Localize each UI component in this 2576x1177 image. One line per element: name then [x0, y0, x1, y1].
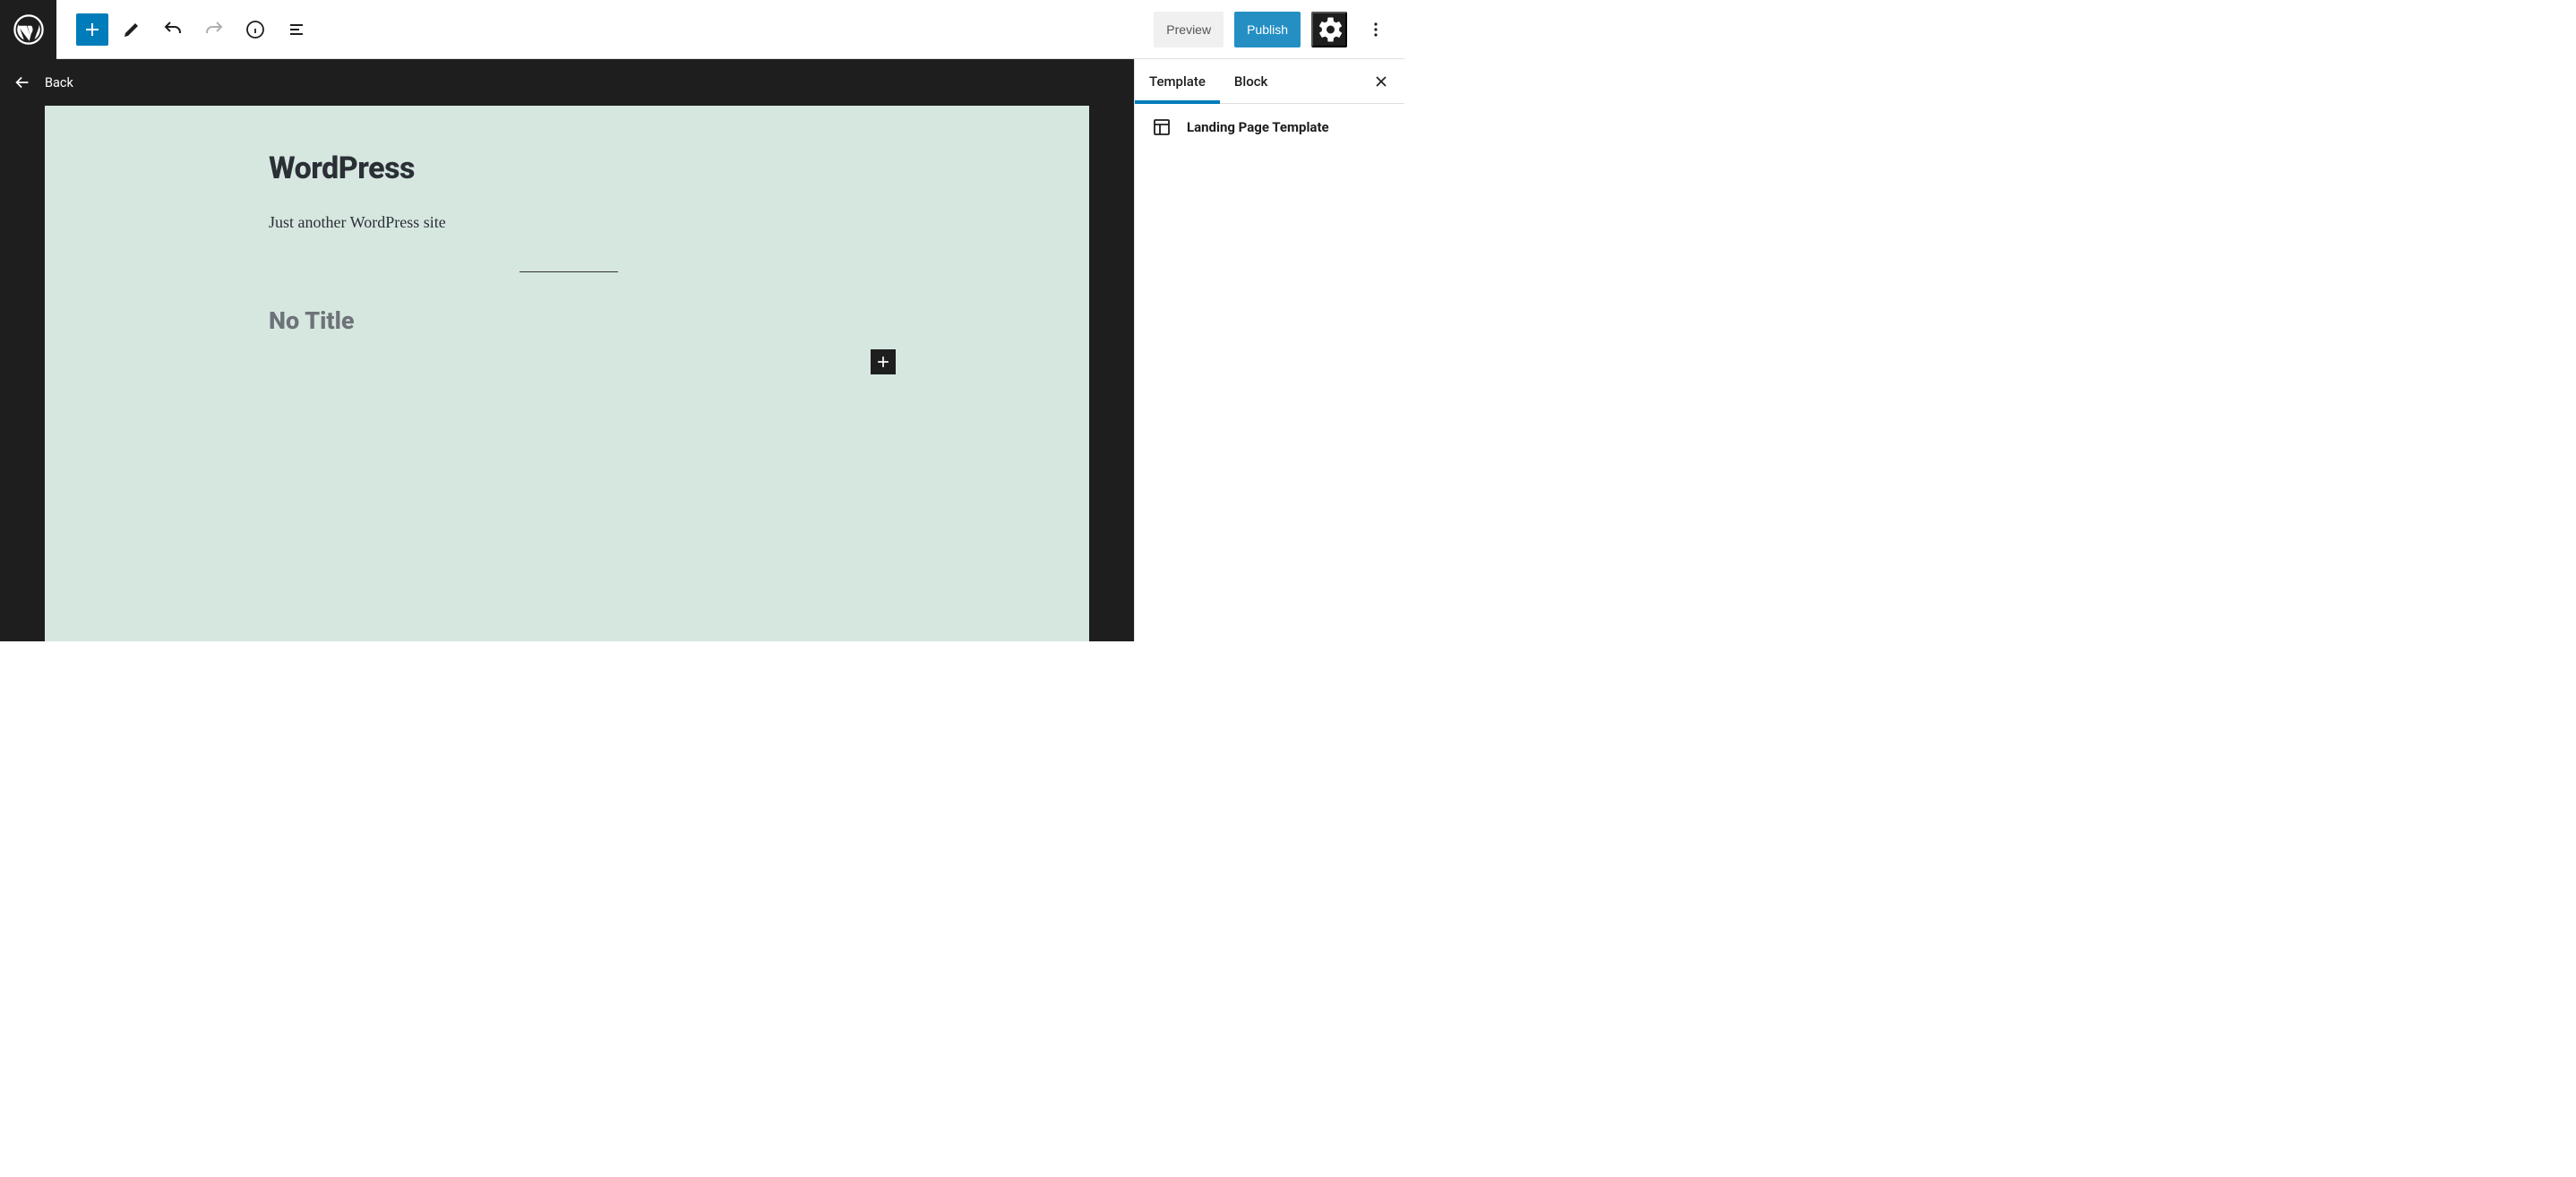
more-options-button[interactable] — [1358, 12, 1394, 47]
separator-block[interactable] — [269, 259, 869, 276]
template-panel-row[interactable]: Landing Page Template — [1135, 104, 1404, 150]
edit-tool-button[interactable] — [114, 12, 150, 47]
tab-template[interactable]: Template — [1149, 59, 1206, 103]
plus-icon — [82, 19, 103, 40]
settings-sidebar: Template Block Landing Page Template — [1134, 59, 1404, 641]
wordpress-logo[interactable] — [0, 0, 56, 59]
main-area: Back WordPress Just another WordPress si… — [0, 59, 1404, 641]
sidebar-tabs: Template Block — [1135, 59, 1404, 104]
list-view-button[interactable] — [279, 12, 314, 47]
template-name-label: Landing Page Template — [1187, 119, 1329, 135]
canvas-scroll: WordPress Just another WordPress site No… — [0, 106, 1134, 641]
canvas-content: WordPress Just another WordPress site No… — [269, 150, 869, 335]
layout-icon — [1151, 116, 1172, 138]
redo-button[interactable] — [196, 12, 232, 47]
settings-button[interactable] — [1311, 12, 1347, 47]
close-sidebar-button[interactable] — [1372, 73, 1390, 90]
wordpress-icon — [13, 14, 44, 45]
publish-button[interactable]: Publish — [1234, 12, 1301, 47]
canvas-add-block-button[interactable] — [871, 349, 896, 374]
top-toolbar: Preview Publish — [0, 0, 1404, 59]
post-title-placeholder[interactable]: No Title — [269, 306, 869, 335]
divider-line — [519, 271, 618, 272]
undo-icon — [162, 19, 184, 40]
pencil-icon — [121, 19, 142, 40]
undo-button[interactable] — [155, 12, 191, 47]
arrow-left-icon — [13, 73, 32, 92]
list-icon — [286, 19, 307, 40]
kebab-icon — [1365, 19, 1387, 40]
site-tagline[interactable]: Just another WordPress site — [269, 213, 869, 232]
toolbar-left — [56, 12, 314, 47]
editor-canvas[interactable]: WordPress Just another WordPress site No… — [45, 106, 1089, 641]
preview-button[interactable]: Preview — [1154, 12, 1224, 47]
back-label: Back — [45, 75, 73, 90]
editor-wrap: Back WordPress Just another WordPress si… — [0, 59, 1134, 641]
info-icon — [245, 19, 266, 40]
plus-icon — [874, 353, 892, 371]
details-button[interactable] — [237, 12, 273, 47]
redo-icon — [203, 19, 225, 40]
site-title[interactable]: WordPress — [269, 150, 869, 186]
close-icon — [1372, 73, 1390, 90]
back-nav[interactable]: Back — [0, 59, 1134, 106]
tab-block[interactable]: Block — [1234, 59, 1267, 103]
add-block-button[interactable] — [76, 13, 108, 46]
gear-icon — [1313, 13, 1345, 46]
toolbar-right: Preview Publish — [1154, 12, 1404, 47]
